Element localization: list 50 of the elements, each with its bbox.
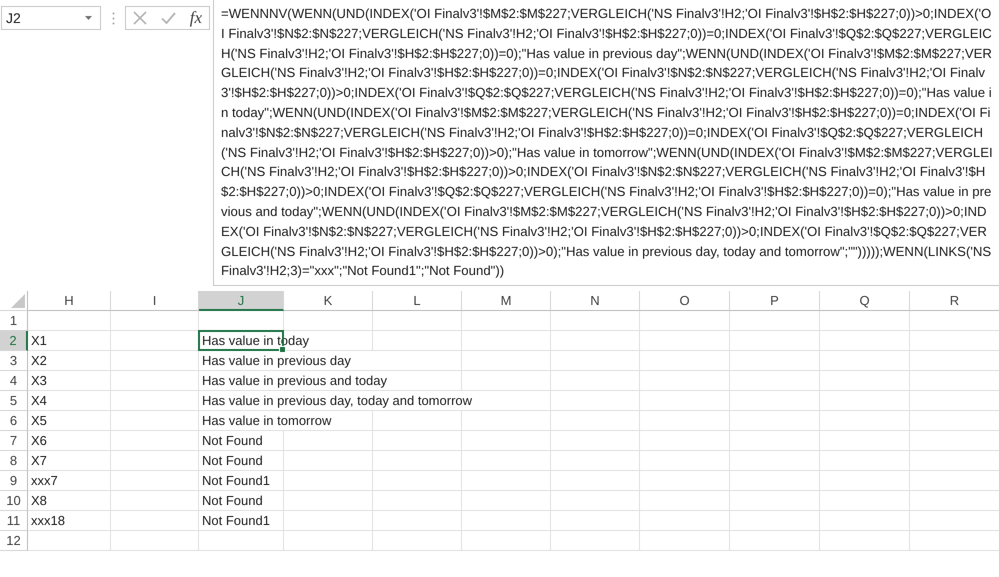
row-header[interactable]: 9	[0, 471, 28, 492]
select-all-icon[interactable]	[11, 294, 25, 308]
table-cell: X4	[28, 391, 111, 412]
name-box[interactable]: J2	[1, 6, 101, 30]
table-cell: Has value in previous day	[199, 351, 462, 372]
table-cell: xxx7	[28, 471, 111, 492]
column-header[interactable]: J	[199, 291, 284, 312]
table-cell: Not Found	[199, 451, 284, 472]
table-cell: X1	[28, 331, 111, 352]
column-header[interactable]: L	[373, 291, 462, 312]
fill-handle[interactable]	[279, 346, 286, 354]
table-cell: Has value in previous and today	[199, 371, 462, 392]
column-header[interactable]: Q	[820, 291, 910, 312]
cancel-icon[interactable]	[132, 11, 147, 25]
insert-function-button[interactable]: fx	[190, 8, 202, 28]
row-header[interactable]: 3	[0, 351, 28, 372]
row-header[interactable]: 6	[0, 411, 28, 432]
row-header[interactable]: 12	[0, 531, 28, 552]
column-header[interactable]: N	[551, 291, 640, 312]
row-header[interactable]: 5	[0, 391, 28, 412]
formula-bar[interactable]: =WENNNV(WENN(UND(INDEX('OI Finalv3'!$M$2:$M$227;VERGLEICH('NS Finalv3'!H2;'OI Finalv3'!$H$2:$H$227;0))>0;INDEX('OI Finalv3'!$N$2:$N$227;VERGLEICH('NS Finalv3'!H2;'OI Finalv3'!$H$2:$H$227;0))=0;INDEX('OI Finalv3'!$Q$2:$Q$227;VERGLEICH('NS Finalv3'!H2;'OI Finalv3'!$H$2:$H$227;0))=0);"Has value in previous day";WENN(UND(INDEX('OI Finalv3'!$M$2:$M$227;VERGLEICH('NS Finalv3'!H2;'OI Finalv3'!$H$2:$H$227;0))=0;INDEX('OI Finalv3'!$N$2:$N$227;VERGLEICH('NS Finalv3'!H2;'OI Finalv3'!$H$2:$H$227;0))>0;INDEX('OI Finalv3'!$Q$2:$Q$227;VERGLEICH('NS Finalv3'!H2;'OI Finalv3'!$H$2:$H$227;0))=0);"Has value in today";WENN(UND(INDEX('OI Finalv3'!$M$2:$M$227;VERGLEICH('NS Finalv3'!H2;'OI Finalv3'!$H$2:$H$227;0))=0;INDEX('OI Finalv3'!$N$2:$N$227;VERGLEICH('NS Finalv3'!H2;'OI Finalv3'!$H$2:$H$227;0))=0;INDEX('OI Finalv3'!$Q$2:$Q$227;VERGLEICH('NS Finalv3'!H2;'OI Finalv3'!$H$2:$H$227;0))>0);"Has value in tomorrow";WENN(UND(INDEX('OI Finalv3'!$M$2:$M$227;VERGLEICH('NS Finalv3'!H2;'OI Finalv3'!$H$2:$H$227;0))>0;INDEX('OI Finalv3'!$N$2:$N$227;VERGLEICH('NS Finalv3'!H2;'OI Finalv3'!$H$2:$H$227;0))>0;INDEX('OI Finalv3'!$Q$2:$Q$227;VERGLEICH('NS Finalv3'!H2;'OI Finalv3'!$H$2:$H$227;0))=0);"Has value in previous and today";WENN(UND(INDEX('OI Finalv3'!$M$2:$M$227;VERGLEICH('NS Finalv3'!H2;'OI Finalv3'!$H$2:$H$227;0))>0;INDEX('OI Finalv3'!$N$2:$N$227;VERGLEICH('NS Finalv3'!H2;'OI Finalv3'!$H$2:$H$227;0))>0;INDEX('OI Finalv3'!$Q$2:$Q$227;VERGLEICH('NS Finalv3'!H2;'OI Finalv3'!$H$2:$H$227;0))>0);"Has value in previous day, today and tomorrow";"")))));WENN(LINKS('NS Finalv3'!H2;3)="xxx";"Not Found1";"Not Found"))	[213, 0, 999, 286]
table-cell: Has value in tomorrow	[199, 411, 373, 432]
caret-icon[interactable]	[85, 16, 92, 20]
table-cell: X3	[28, 371, 111, 392]
table-cell: X8	[28, 491, 111, 512]
check-icon[interactable]	[160, 12, 176, 24]
table-cell: X7	[28, 451, 111, 472]
row-header[interactable]: 4	[0, 371, 28, 392]
table-cell: Not Found1	[199, 471, 284, 492]
column-header[interactable]: O	[640, 291, 730, 312]
table-cell: X6	[28, 431, 111, 452]
table-cell: xxx18	[28, 511, 111, 532]
row-header[interactable]: 2	[0, 331, 28, 352]
column-header[interactable]: M	[462, 291, 551, 312]
row-header[interactable]: 11	[0, 511, 28, 532]
table-cell: Not Found1	[199, 511, 284, 532]
row-header[interactable]: 7	[0, 431, 28, 452]
grip-icon	[112, 12, 115, 25]
table-cell: X5	[28, 411, 111, 432]
column-header[interactable]: R	[910, 291, 999, 312]
column-header[interactable]: H	[28, 291, 111, 312]
table-cell: Not Found	[199, 491, 284, 512]
table-cell: Has value in previous day, today and tomorrow	[199, 391, 551, 412]
column-header[interactable]: K	[284, 291, 373, 312]
row-header[interactable]: 10	[0, 491, 28, 512]
table-cell: Not Found	[199, 431, 284, 452]
table-cell: X2	[28, 351, 111, 372]
row-header[interactable]: 8	[0, 451, 28, 472]
column-header[interactable]: P	[730, 291, 820, 312]
row-header[interactable]: 1	[0, 311, 28, 332]
